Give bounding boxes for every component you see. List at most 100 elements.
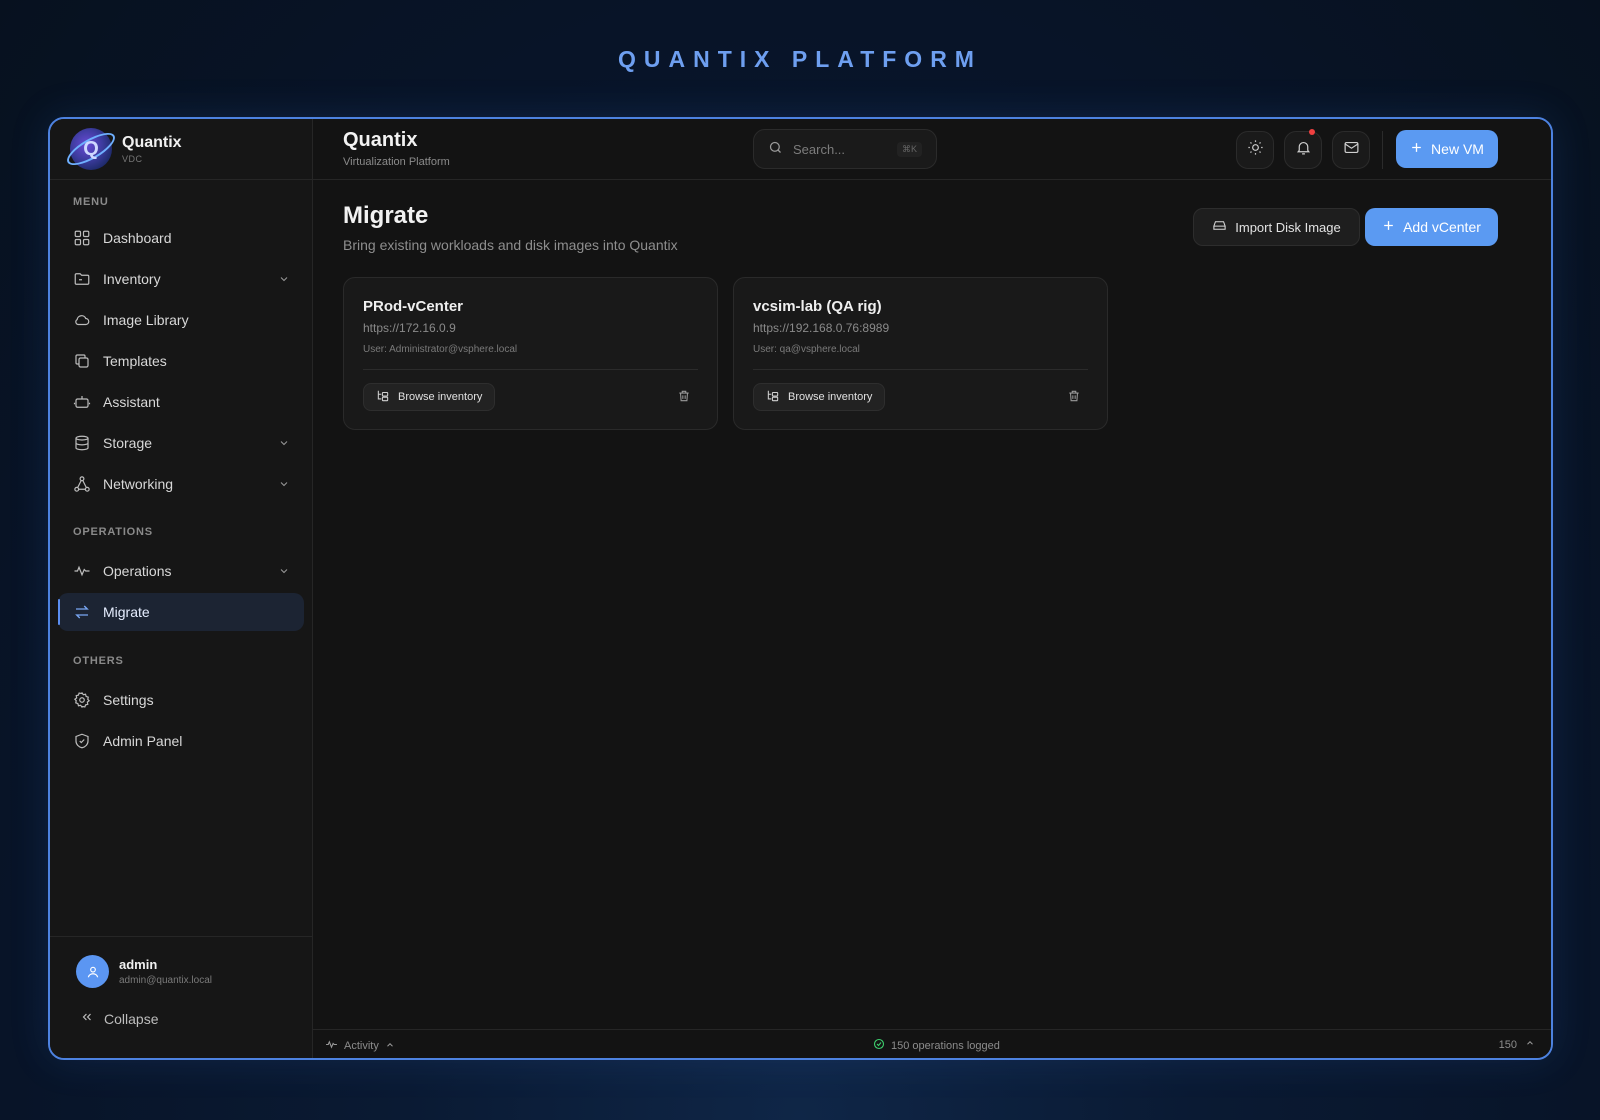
sidebar-item-dashboard[interactable]: Dashboard	[58, 219, 304, 257]
activity-toggle[interactable]: Activity	[325, 1038, 395, 1054]
sidebar-footer: admin admin@quantix.local Collapse	[50, 936, 312, 1058]
messages-button[interactable]	[1332, 131, 1370, 169]
page-title: Migrate	[343, 202, 429, 229]
vcenter-user: User: Administrator@vsphere.local	[363, 344, 518, 355]
browse-label: Browse inventory	[398, 391, 483, 403]
section-label-operations: OPERATIONS	[73, 526, 153, 538]
vcenter-name: vcsim-lab (QA rig)	[753, 298, 882, 315]
search-input[interactable]: Search... ⌘K	[753, 129, 937, 169]
folder-tree-icon	[766, 389, 780, 406]
search-shortcut: ⌘K	[896, 142, 922, 157]
cloud-icon	[73, 311, 91, 329]
topbar-title: Quantix	[343, 129, 418, 151]
operations-count: 150	[1498, 1038, 1517, 1051]
section-label-menu: MENU	[73, 196, 109, 208]
section-label-others: OTHERS	[73, 655, 124, 667]
folder-tree-icon	[376, 389, 390, 406]
chevron-up-icon	[1525, 1038, 1535, 1051]
chevron-down-icon[interactable]	[278, 477, 290, 493]
folder-icon	[73, 270, 91, 288]
sidebar-item-label: Templates	[103, 353, 167, 369]
arrows-exchange-icon	[73, 603, 91, 621]
app-window: Q Quantix VDC MENU Dashboard Inventory I…	[48, 117, 1553, 1060]
new-vm-button[interactable]: New VM	[1396, 130, 1498, 168]
check-circle-icon	[873, 1038, 885, 1053]
shield-icon	[73, 732, 91, 750]
sidebar: Q Quantix VDC MENU Dashboard Inventory I…	[50, 119, 313, 1058]
vcenter-card: PRod-vCenter https://172.16.0.9 User: Ad…	[343, 277, 718, 430]
sidebar-item-assistant[interactable]: Assistant	[58, 383, 304, 421]
sidebar-item-networking[interactable]: Networking	[58, 465, 304, 503]
bot-icon	[73, 393, 91, 411]
collapse-label: Collapse	[104, 1010, 159, 1027]
plus-icon	[1410, 141, 1423, 157]
topbar-divider	[1382, 131, 1383, 169]
topbar-subtitle: Virtualization Platform	[343, 156, 450, 168]
mail-icon	[1343, 139, 1360, 161]
sidebar-item-label: Storage	[103, 435, 153, 451]
theme-toggle-button[interactable]	[1236, 131, 1274, 169]
vcenter-card: vcsim-lab (QA rig) https://192.168.0.76:…	[733, 277, 1108, 430]
card-divider	[753, 369, 1088, 370]
notification-dot	[1309, 129, 1315, 135]
database-icon	[73, 434, 91, 452]
vcenter-user: User: qa@vsphere.local	[753, 344, 860, 355]
chevron-down-icon[interactable]	[278, 436, 290, 452]
import-disk-image-button[interactable]: Import Disk Image	[1193, 208, 1360, 246]
topbar: Quantix Virtualization Platform Search..…	[313, 119, 1551, 180]
sun-icon	[1247, 139, 1264, 161]
app-name: Quantix	[122, 134, 182, 151]
sidebar-item-templates[interactable]: Templates	[58, 342, 304, 380]
activity-icon	[73, 562, 91, 580]
collapse-button[interactable]: Collapse	[50, 988, 312, 1027]
browse-inventory-button[interactable]: Browse inventory	[753, 383, 886, 411]
user-profile[interactable]: admin admin@quantix.local	[50, 937, 312, 988]
sidebar-item-image-library[interactable]: Image Library	[58, 301, 304, 339]
vcenter-url: https://172.16.0.9	[363, 321, 456, 335]
gear-icon	[73, 691, 91, 709]
sidebar-item-label: Settings	[103, 692, 154, 708]
vcenter-url: https://192.168.0.76:8989	[753, 321, 890, 335]
operations-logged-text: 150 operations logged	[891, 1039, 1000, 1052]
sidebar-item-admin-panel[interactable]: Admin Panel	[58, 722, 304, 760]
sidebar-header: Q Quantix VDC	[50, 119, 312, 180]
sidebar-item-settings[interactable]: Settings	[58, 681, 304, 719]
add-vcenter-button[interactable]: Add vCenter	[1365, 208, 1498, 246]
chevron-down-icon[interactable]	[278, 272, 290, 288]
trash-icon[interactable]	[677, 389, 691, 408]
bell-icon	[1295, 139, 1312, 161]
sidebar-item-label: Image Library	[103, 312, 189, 328]
operations-count-toggle[interactable]: 150	[1499, 1038, 1535, 1051]
activity-label: Activity	[344, 1040, 379, 1052]
notifications-button[interactable]	[1284, 129, 1322, 169]
chevron-down-icon[interactable]	[278, 564, 290, 580]
search-placeholder: Search...	[793, 141, 846, 157]
grid-icon	[73, 229, 91, 247]
quantix-logo[interactable]: Q	[70, 128, 112, 170]
brand-banner: QUANTIX PLATFORM	[618, 46, 982, 72]
add-vcenter-label: Add vCenter	[1403, 219, 1481, 235]
operations-status: 150 operations logged	[873, 1038, 1000, 1053]
status-bar: Activity 150 operations logged 150	[313, 1029, 1551, 1058]
chevron-up-icon	[385, 1040, 395, 1053]
sidebar-item-label: Operations	[103, 563, 172, 579]
avatar[interactable]	[76, 955, 109, 988]
hard-drive-icon	[1212, 218, 1227, 236]
browse-label: Browse inventory	[788, 391, 873, 403]
vcenter-name: PRod-vCenter	[363, 298, 464, 315]
plus-icon	[1382, 219, 1395, 235]
page-subtitle: Bring existing workloads and disk images…	[343, 237, 678, 253]
sidebar-item-operations[interactable]: Operations	[58, 552, 304, 590]
app-subtitle: VDC	[122, 154, 143, 164]
sidebar-item-migrate[interactable]: Migrate	[58, 593, 304, 631]
sidebar-item-label: Dashboard	[103, 230, 172, 246]
sidebar-item-storage[interactable]: Storage	[58, 424, 304, 462]
browse-inventory-button[interactable]: Browse inventory	[363, 383, 496, 411]
copy-icon	[73, 352, 91, 370]
user-email: admin@quantix.local	[119, 975, 212, 986]
trash-icon[interactable]	[1067, 389, 1081, 408]
sidebar-item-label: Admin Panel	[103, 733, 183, 749]
sidebar-item-inventory[interactable]: Inventory	[58, 260, 304, 298]
sidebar-item-label: Networking	[103, 476, 174, 492]
import-label: Import Disk Image	[1235, 219, 1341, 235]
